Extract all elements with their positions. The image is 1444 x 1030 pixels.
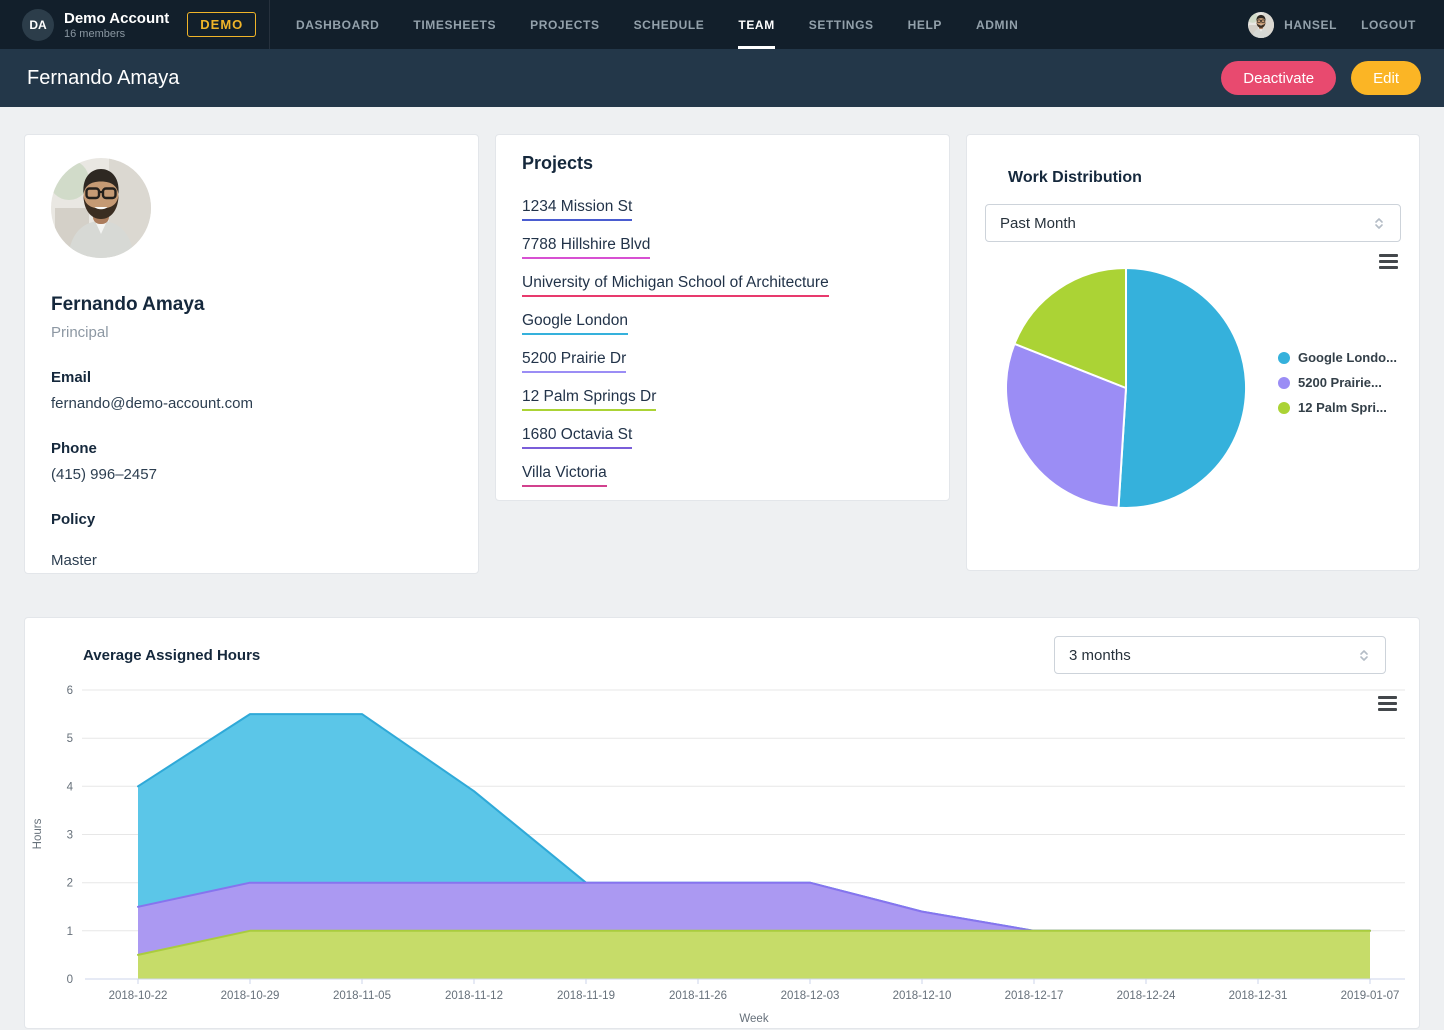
average-assigned-hours-title: Average Assigned Hours [83,646,261,664]
svg-text:2018-11-12: 2018-11-12 [445,990,503,1002]
projects-title: Projects [522,153,594,173]
project-link-google-london[interactable]: Google London [522,312,629,335]
profile-role: Principal [51,324,109,341]
work-distribution-pie [1005,267,1248,509]
assigned-hours-chart: 2018-10-22 2018-10-29 2018-11-05 2018-11-12… [32,685,1405,1025]
chevron-updown-icon [1360,650,1368,661]
svg-text:2019-01-07: 2019-01-07 [1341,990,1400,1002]
nav-item-projects[interactable]: PROJECTS [530,0,599,49]
nav-item-dashboard[interactable]: DASHBOARD [296,0,379,49]
legend-item-5200-prairie[interactable]: 5200 Prairie... [1278,375,1397,390]
phone-label: Phone [51,440,97,457]
svg-text:Week: Week [739,1013,768,1025]
phone-value: (415) 996–2457 [51,466,157,483]
account-info: Demo Account 16 members [64,10,169,40]
svg-text:2018-12-10: 2018-12-10 [893,990,952,1002]
nav-item-settings[interactable]: SETTINGS [809,0,874,49]
project-link-1234-mission-st[interactable]: 1234 Mission St [522,198,633,221]
policy-label: Policy [51,511,96,528]
legend-bullet [1278,401,1290,414]
project-link-villa-victoria[interactable]: Villa Victoria [522,464,607,487]
svg-text:2018-12-17: 2018-12-17 [1005,990,1064,1002]
svg-text:1: 1 [67,926,73,938]
account-name: Demo Account [64,9,170,27]
profile-card: Fernando Amaya Principal Email fernando@… [24,134,479,574]
project-link-7788-hillshire-blvd[interactable]: 7788 Hillshire Blvd [522,236,651,259]
projects-card: Projects 1234 Mission St 7788 Hillshire … [495,134,950,501]
svg-text:4: 4 [67,781,74,793]
legend-bullet [1278,351,1290,364]
legend-item-12-palm-springs[interactable]: 12 Palm Spri... [1278,400,1397,415]
svg-text:2018-10-22: 2018-10-22 [109,990,168,1002]
user-avatar [1248,11,1275,38]
chart-menu-icon[interactable] [1379,254,1398,269]
legend-item-google-london[interactable]: Google Londo... [1278,350,1397,365]
work-distribution-period-value: Past Month [1000,214,1076,232]
chart-menu-icon[interactable] [1378,696,1397,711]
top-navigation: DA Demo Account 16 members DEMO DASHBOAR… [0,0,1444,49]
policy-value: Master [51,552,97,569]
average-assigned-hours-card: Average Assigned Hours 3 months 2018-10-… [24,617,1420,1029]
svg-text:2018-12-24: 2018-12-24 [1117,990,1176,1002]
assigned-hours-period-value: 3 months [1069,646,1131,664]
svg-text:2018-10-29: 2018-10-29 [221,990,280,1002]
work-distribution-chart-area: Google Londo... 5200 Prairie... 12 Palm … [967,250,1419,550]
work-distribution-card: Work Distribution Past Month Google Lond… [966,134,1420,571]
project-link-12-palm-springs-dr[interactable]: 12 Palm Springs Dr [522,388,657,411]
logout-link[interactable]: LOGOUT [1361,18,1416,32]
account-switcher[interactable]: DA Demo Account 16 members DEMO [0,0,270,49]
demo-badge: DEMO [187,12,257,37]
pie-legend: Google Londo... 5200 Prairie... 12 Palm … [1278,350,1397,425]
svg-text:2018-12-03: 2018-12-03 [781,990,840,1002]
main-nav: DASHBOARD TIMESHEETS PROJECTS SCHEDULE T… [270,0,1018,49]
svg-text:Hours: Hours [32,818,44,849]
nav-item-schedule[interactable]: SCHEDULE [634,0,705,49]
chevron-updown-icon [1375,218,1383,229]
user-menu[interactable]: HANSEL [1248,11,1338,38]
nav-item-admin[interactable]: ADMIN [976,0,1018,49]
deactivate-button[interactable]: Deactivate [1221,61,1337,95]
svg-text:2018-12-31: 2018-12-31 [1229,990,1288,1002]
legend-bullet [1278,376,1290,389]
profile-photo [51,158,151,258]
account-members: 16 members [64,27,126,40]
header-actions: Deactivate Edit [1221,61,1421,95]
project-link-1680-octavia-st[interactable]: 1680 Octavia St [522,426,633,449]
project-link-5200-prairie-dr[interactable]: 5200 Prairie Dr [522,350,627,373]
email-label: Email [51,369,92,386]
account-avatar: DA [22,8,54,41]
nav-item-timesheets[interactable]: TIMESHEETS [413,0,496,49]
svg-text:2018-11-19: 2018-11-19 [557,990,615,1002]
assigned-hours-period-select[interactable]: 3 months [1054,636,1386,674]
work-distribution-period-select[interactable]: Past Month [985,204,1401,242]
main-content: Fernando Amaya Principal Email fernando@… [0,107,1444,1029]
svg-text:6: 6 [67,685,73,697]
nav-right: HANSEL LOGOUT [1248,0,1444,49]
user-name: HANSEL [1284,17,1338,32]
nav-item-help[interactable]: HELP [908,0,942,49]
email-value: fernando@demo-account.com [51,395,254,412]
page-header: Fernando Amaya Deactivate Edit [0,49,1444,107]
assigned-hours-chart-area: 2018-10-22 2018-10-29 2018-11-05 2018-11-12… [25,684,1419,1028]
svg-text:0: 0 [67,974,73,986]
svg-text:2: 2 [67,878,73,890]
svg-text:2018-11-05: 2018-11-05 [333,990,391,1002]
edit-button[interactable]: Edit [1351,61,1421,95]
nav-item-team[interactable]: TEAM [738,0,776,49]
page-title: Fernando Amaya [27,66,180,89]
svg-text:3: 3 [67,830,73,842]
profile-name: Fernando Amaya [51,294,205,315]
project-link-university-of-michigan[interactable]: University of Michigan School of Archite… [522,274,829,297]
work-distribution-title: Work Distribution [1008,169,1142,186]
svg-text:5: 5 [67,733,73,745]
svg-text:2018-11-26: 2018-11-26 [669,990,727,1002]
